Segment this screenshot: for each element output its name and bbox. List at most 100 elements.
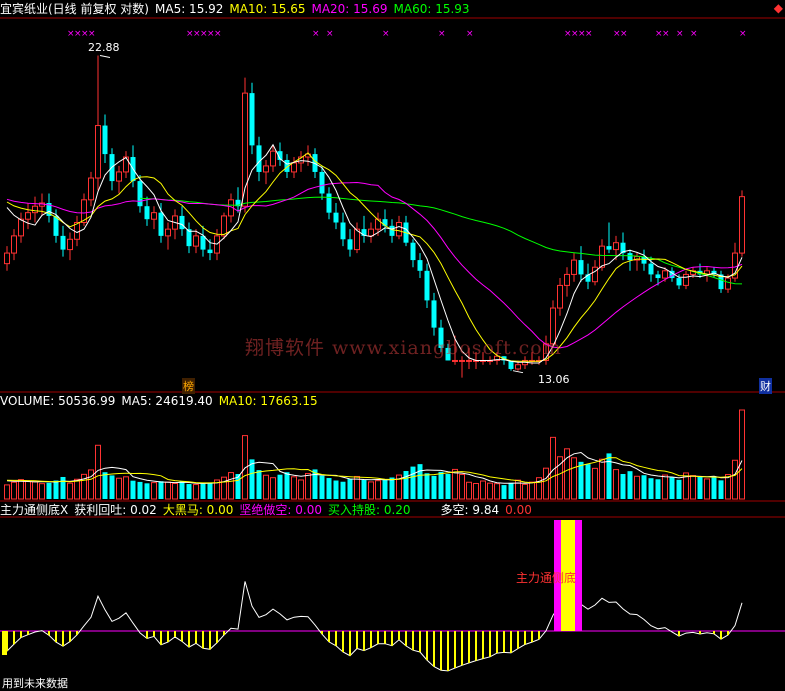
candle xyxy=(333,203,339,230)
price-panel: × × × × × × × × × × × × × × × × × × × × × × × × × xyxy=(4,29,747,378)
volume-bar xyxy=(606,453,612,499)
candle xyxy=(18,212,24,243)
bang-badge[interactable]: 榜 xyxy=(182,378,195,394)
volume-bar xyxy=(389,477,395,499)
candle-body xyxy=(179,215,185,230)
candle-body xyxy=(725,277,731,290)
candle-body xyxy=(571,259,577,275)
signal-cross-mark: × xyxy=(326,29,334,39)
volume-panel xyxy=(4,409,745,500)
candle-body xyxy=(396,221,402,237)
candle xyxy=(578,246,584,282)
candle xyxy=(347,229,353,257)
volume-ma5-readout: MA5: 24619.40 xyxy=(121,394,213,408)
signal-cross-mark: × xyxy=(662,29,670,39)
candle xyxy=(60,225,66,257)
candle xyxy=(4,246,10,271)
volume-bar xyxy=(438,471,444,499)
volume-bar xyxy=(116,477,122,500)
volume-bar xyxy=(543,467,549,500)
panel-frame xyxy=(0,17,785,518)
volume-bar xyxy=(354,475,360,500)
volume-bar xyxy=(375,480,381,500)
volume-bar xyxy=(179,481,185,499)
candle-body xyxy=(11,235,17,254)
high-arrow xyxy=(99,55,111,59)
candle xyxy=(46,193,52,223)
candle-body xyxy=(249,93,255,146)
candle xyxy=(172,209,178,240)
candle-body xyxy=(102,125,108,155)
candle xyxy=(165,222,171,250)
volume-bar xyxy=(361,479,367,499)
candle xyxy=(179,206,185,236)
candle-body xyxy=(151,212,157,220)
volume-bar xyxy=(186,484,192,499)
volume-bar xyxy=(39,483,45,500)
candle xyxy=(116,165,122,194)
candle xyxy=(683,270,689,290)
volume-bar xyxy=(25,480,31,500)
candle-body xyxy=(165,228,171,237)
candle-body xyxy=(158,212,164,236)
volume-bar xyxy=(669,477,675,499)
candle xyxy=(571,253,577,282)
candle-body xyxy=(270,150,276,167)
watermark: 翔博软件 www.xiangbosoft.com xyxy=(245,337,562,359)
candle xyxy=(11,229,17,261)
candle-body xyxy=(676,278,682,286)
volume-bar xyxy=(130,480,136,499)
candle-body xyxy=(613,242,619,251)
candle-body xyxy=(193,235,199,247)
candle-body xyxy=(389,225,395,236)
candle-body xyxy=(424,270,430,301)
ma60-readout: MA60: 15.93 xyxy=(393,2,470,16)
volume-bar xyxy=(522,483,528,500)
candle-body xyxy=(207,249,213,254)
volume-bar xyxy=(32,481,38,500)
candle xyxy=(354,222,360,254)
candle xyxy=(102,114,108,163)
volume-bar xyxy=(326,478,332,499)
candle-body xyxy=(431,300,437,328)
candle xyxy=(564,267,570,297)
candle xyxy=(158,203,164,243)
candle-body xyxy=(340,222,346,240)
signal-cross-mark: × xyxy=(438,29,446,39)
volume-bar xyxy=(704,478,710,500)
signal-cross-mark: × xyxy=(382,29,390,39)
candle-body xyxy=(144,206,150,220)
volume-bar xyxy=(298,479,304,500)
signal-cross-mark: × xyxy=(88,29,96,39)
volume-bar xyxy=(676,479,682,499)
volume-bar xyxy=(165,481,171,500)
candle-body xyxy=(88,177,94,201)
volume-bar xyxy=(256,470,262,499)
signal-cross-mark: × xyxy=(739,29,747,39)
candle-body xyxy=(382,219,388,226)
volume-bar xyxy=(284,472,290,499)
volume-ma10-readout: MA10: 17663.15 xyxy=(218,394,318,408)
cai-badge[interactable]: 财 xyxy=(759,378,772,394)
volume-bar xyxy=(270,477,276,500)
profit-readout: 获利回吐: 0.02 xyxy=(74,503,157,517)
volume-bar xyxy=(67,482,73,500)
volume-bar xyxy=(655,479,661,499)
volume-bar xyxy=(641,475,647,499)
volume-bar xyxy=(333,480,339,499)
volume-bar xyxy=(200,483,206,499)
volume-bar xyxy=(718,480,724,499)
volume-bar xyxy=(11,481,17,500)
candle xyxy=(221,212,227,240)
collapse-arrow-icon[interactable]: ◆ xyxy=(774,1,783,15)
volume-bar xyxy=(158,481,164,499)
volume-bar xyxy=(599,458,605,500)
candle xyxy=(732,242,738,282)
candle-body xyxy=(606,246,612,250)
volume-bar xyxy=(473,483,479,500)
candle-body xyxy=(592,266,598,283)
candle xyxy=(151,206,157,230)
volume-bar xyxy=(277,474,283,499)
candle-body xyxy=(116,171,122,182)
candle-body xyxy=(599,245,605,268)
